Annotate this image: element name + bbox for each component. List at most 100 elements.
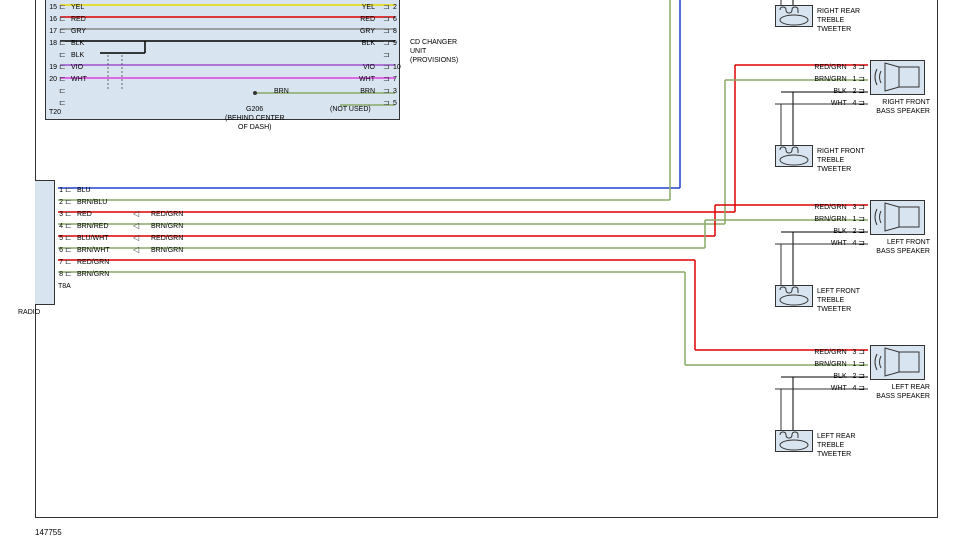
pin: 1 <box>55 187 65 194</box>
speaker-pin-label: RED/GRN 3 ⊐ <box>810 62 865 72</box>
pin: 4 <box>55 223 65 230</box>
wire-label-right: VIO <box>359 64 375 71</box>
pin-right: 5 <box>393 100 407 107</box>
conn-ref: T20 <box>49 108 61 117</box>
pin-left: 15 <box>45 4 59 11</box>
conn-row: 17⊏GRYGRY⊐8 <box>45 25 405 37</box>
speaker-pin-label: BLK 2 ⊐ <box>810 371 865 381</box>
speaker-box <box>870 200 925 235</box>
radio-row: 5⊏BLU/WHT◁RED/GRN <box>55 232 255 244</box>
speaker-pin-label: WHT 4 ⊐ <box>810 238 865 248</box>
conn-sym: ⊐ <box>383 87 391 95</box>
conn-sym: ⊐ <box>383 99 391 107</box>
wire-label-right: YEL <box>358 4 375 11</box>
pin: 7 <box>55 259 65 266</box>
conn-sym: ⊐ <box>383 75 391 83</box>
conn-sym: ⊏ <box>59 51 67 59</box>
conn-row: 20⊏WHTWHT⊐7 <box>45 73 405 85</box>
pin-right: 6 <box>393 16 407 23</box>
radio-row: 4⊏BRN/RED◁BRN/GRN <box>55 220 255 232</box>
speaker-coil <box>775 5 813 27</box>
wire-label: BRN/BLU <box>73 199 107 206</box>
speaker-label: LEFT FRONT TREBLE TWEETER <box>817 287 860 314</box>
conn-sym: ⊏ <box>59 3 67 11</box>
conn-sym: ⊏ <box>65 186 73 194</box>
conn-row: ⊏BRNBRN⊐3 <box>45 85 405 97</box>
speaker-label: LEFT REAR TREBLE TWEETER <box>817 432 855 459</box>
conn-sym: ⊏ <box>65 246 73 254</box>
speaker-label: RIGHT REAR TREBLE TWEETER <box>817 7 860 34</box>
conn-sym: ⊏ <box>59 87 67 95</box>
conn-sym: ⊐ <box>383 27 391 35</box>
conn-row: 15⊏YELYEL⊐2 <box>45 1 405 13</box>
conn-sym: ⊐ <box>383 3 391 11</box>
speaker-label: RIGHT FRONT TREBLE TWEETER <box>817 147 865 174</box>
speaker-coil <box>775 145 813 167</box>
pin-right: 7 <box>393 76 407 83</box>
pin: 6 <box>55 247 65 254</box>
wire-label-right: RED <box>356 16 375 23</box>
conn-sym: ⊏ <box>59 99 67 107</box>
wire-label-left: YEL <box>67 4 84 11</box>
radio-row: 3⊏RED◁RED/GRN <box>55 208 255 220</box>
speaker-pin-label: WHT 4 ⊐ <box>810 98 865 108</box>
conn-sym: ⊏ <box>59 39 67 47</box>
pin-left: 20 <box>45 76 59 83</box>
wire-label-right: BRN <box>356 88 375 95</box>
pin-left: 19 <box>45 64 59 71</box>
speaker-pin-label: RED/GRN 3 ⊐ <box>810 347 865 357</box>
ground-note: (BEHIND CENTER OF DASH) <box>225 114 285 132</box>
speaker-pin-label: BRN/GRN 1 ⊐ <box>810 214 865 224</box>
wire-label: RED/GRN <box>73 259 109 266</box>
pin: 8 <box>55 271 65 278</box>
speaker-pin-label: RED/GRN 3 ⊐ <box>810 202 865 212</box>
conn-row: 18⊏BLKBLK⊐9 <box>45 37 405 49</box>
radio-row: 6⊏BRN/WHT ◁ BRN/GRN <box>55 244 255 256</box>
radio-conn: T8A <box>58 282 71 291</box>
conn-row: 16⊏REDRED⊐6 <box>45 13 405 25</box>
wire-label-left: GRY <box>67 28 86 35</box>
splice-sym: ◁ <box>133 222 141 230</box>
speaker-label: LEFT REAR BASS SPEAKER <box>870 383 930 401</box>
cd-changer-label: CD CHANGER UNIT (PROVISIONS) <box>410 38 458 65</box>
pin-right: 9 <box>393 40 407 47</box>
speaker-pin-label: BLK 2 ⊐ <box>810 226 865 236</box>
pin-right: 2 <box>393 4 407 11</box>
wire-label-right: GRY <box>356 28 375 35</box>
radio-label: RADIO <box>18 308 40 317</box>
conn-sym: ⊏ <box>65 222 73 230</box>
radio-row: 8⊏BRN/GRN <box>55 268 255 280</box>
wire-label: BLU/WHT <box>73 235 109 242</box>
conn-sym: ⊏ <box>59 15 67 23</box>
pin-right: 3 <box>393 88 407 95</box>
conn-sym: ⊏ <box>59 63 67 71</box>
conn-sym: ⊏ <box>65 198 73 206</box>
speaker-pin-label: BRN/GRN 1 ⊐ <box>810 359 865 369</box>
conn-sym: ⊐ <box>383 15 391 23</box>
wire-label: BRN/WHT <box>73 247 110 254</box>
pin-left: 16 <box>45 16 59 23</box>
wire-label-left: WHT <box>67 76 87 83</box>
conn-row: ⊏BLK⊐ <box>45 49 405 61</box>
wire-label-left: BLK <box>67 40 84 47</box>
conn-sym: ⊏ <box>65 234 73 242</box>
conn-sym: ⊐ <box>383 63 391 71</box>
splice-sym: ◁ <box>133 246 141 254</box>
speaker-coil <box>775 430 813 452</box>
conn-sym: ⊐ <box>383 39 391 47</box>
splice-sym: ◁ <box>133 234 141 242</box>
conn-sym: ⊏ <box>65 210 73 218</box>
ground-label: G206 <box>246 105 263 114</box>
pin-left: 18 <box>45 40 59 47</box>
radio-block <box>35 180 55 305</box>
speaker-coil <box>775 285 813 307</box>
pin: 3 <box>55 211 65 218</box>
pin: 2 <box>55 199 65 206</box>
wire-label-2: BRN/GRN <box>147 223 183 230</box>
wire-label-2: BRN/GRN <box>147 247 183 254</box>
wire-label-right: BLK <box>358 40 375 47</box>
wire-label-right: WHT <box>355 76 375 83</box>
speaker-box <box>870 60 925 95</box>
speaker-box <box>870 345 925 380</box>
radio-row: 1⊏BLU <box>55 184 255 196</box>
